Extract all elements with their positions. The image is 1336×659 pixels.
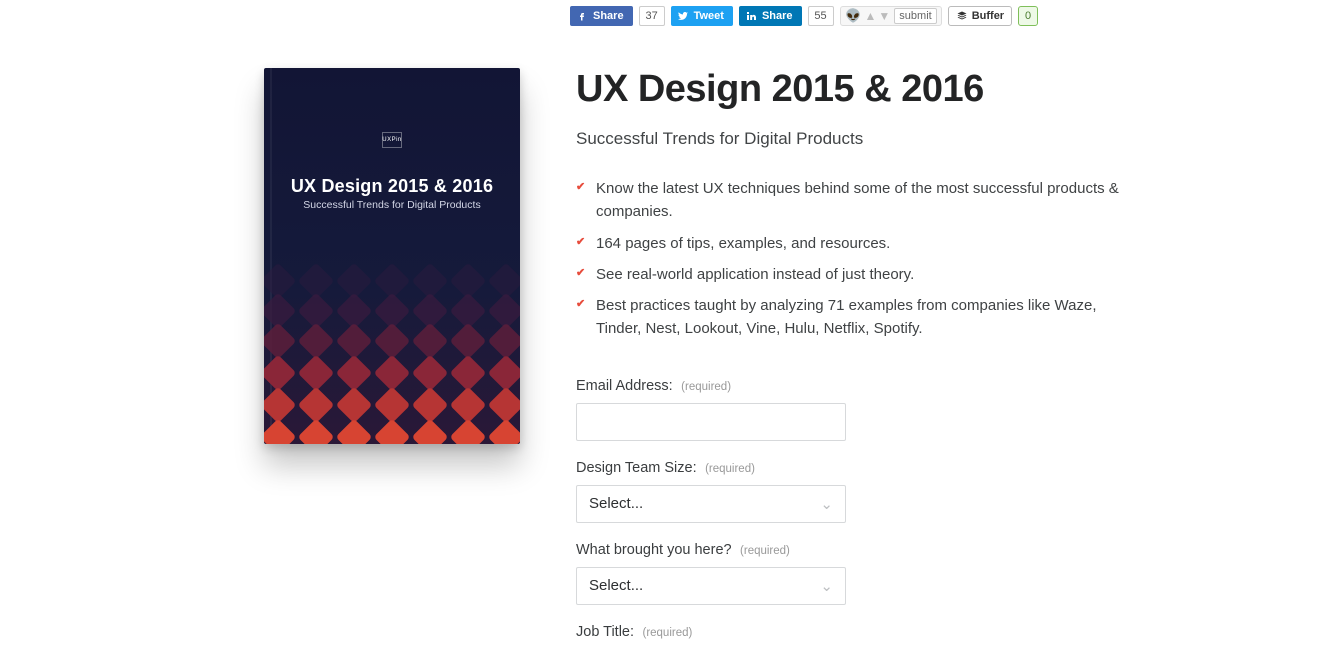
- team-size-select[interactable]: Select... ⌄: [576, 485, 846, 523]
- page-title: UX Design 2015 & 2016: [576, 68, 1136, 111]
- reddit-downvote-icon[interactable]: ▼: [878, 9, 890, 23]
- feature-item: See real-world application instead of ju…: [576, 263, 1136, 286]
- facebook-icon: [576, 10, 588, 22]
- twitter-tweet-label: Tweet: [694, 10, 724, 22]
- feature-item: Best practices taught by analyzing 71 ex…: [576, 294, 1136, 341]
- brought-here-select[interactable]: Select... ⌄: [576, 567, 846, 605]
- email-label: Email Address:: [576, 378, 673, 394]
- buffer-count: 0: [1018, 6, 1038, 26]
- facebook-share-label: Share: [593, 10, 624, 22]
- feature-item: 164 pages of tips, examples, and resourc…: [576, 232, 1136, 255]
- email-field-group: Email Address: (required): [576, 377, 1136, 441]
- facebook-share-button[interactable]: Share: [570, 6, 633, 26]
- required-hint: (required): [681, 381, 731, 393]
- brought-here-field-group: What brought you here? (required) Select…: [576, 541, 1136, 605]
- job-title-label: Job Title:: [576, 624, 634, 640]
- reddit-submit-widget: 👽 ▲ ▼ submit: [840, 6, 942, 26]
- reddit-upvote-icon[interactable]: ▲: [865, 9, 877, 23]
- twitter-tweet-button[interactable]: Tweet: [671, 6, 733, 26]
- feature-list: Know the latest UX techniques behind som…: [576, 177, 1136, 341]
- book-badge: UXPin: [382, 132, 402, 148]
- select-placeholder: Select...: [589, 577, 643, 594]
- required-hint: (required): [740, 545, 790, 557]
- book-title: UX Design 2015 & 2016: [264, 176, 520, 197]
- required-hint: (required): [642, 627, 692, 639]
- page-subtitle: Successful Trends for Digital Products: [576, 129, 1136, 149]
- chevron-down-icon: ⌄: [820, 495, 833, 513]
- reddit-icon: 👽: [845, 8, 863, 24]
- required-hint: (required): [705, 463, 755, 475]
- buffer-label: Buffer: [972, 10, 1004, 22]
- buffer-button[interactable]: Buffer: [948, 6, 1012, 26]
- book-cover: UXPin UX Design 2015 & 2016 Successful T…: [264, 68, 520, 444]
- feature-item: Know the latest UX techniques behind som…: [576, 177, 1136, 224]
- reddit-submit-button[interactable]: submit: [894, 8, 936, 24]
- buffer-icon: [956, 10, 968, 22]
- team-size-label: Design Team Size:: [576, 460, 697, 476]
- select-placeholder: Select...: [589, 495, 643, 512]
- team-size-field-group: Design Team Size: (required) Select... ⌄: [576, 459, 1136, 523]
- twitter-icon: [677, 10, 689, 22]
- job-title-field-group: Job Title: (required): [576, 623, 1136, 641]
- linkedin-share-label: Share: [762, 10, 793, 22]
- email-input[interactable]: [576, 403, 846, 441]
- book-pattern: [264, 264, 520, 444]
- facebook-share-count: 37: [639, 6, 665, 26]
- brought-here-label: What brought you here?: [576, 542, 732, 558]
- book-subtitle: Successful Trends for Digital Products: [264, 199, 520, 211]
- social-share-row: Share 37 Tweet Share 55 👽 ▲ ▼ submit Buf…: [570, 6, 1336, 26]
- linkedin-share-count: 55: [808, 6, 834, 26]
- linkedin-share-button[interactable]: Share: [739, 6, 802, 26]
- linkedin-icon: [745, 10, 757, 22]
